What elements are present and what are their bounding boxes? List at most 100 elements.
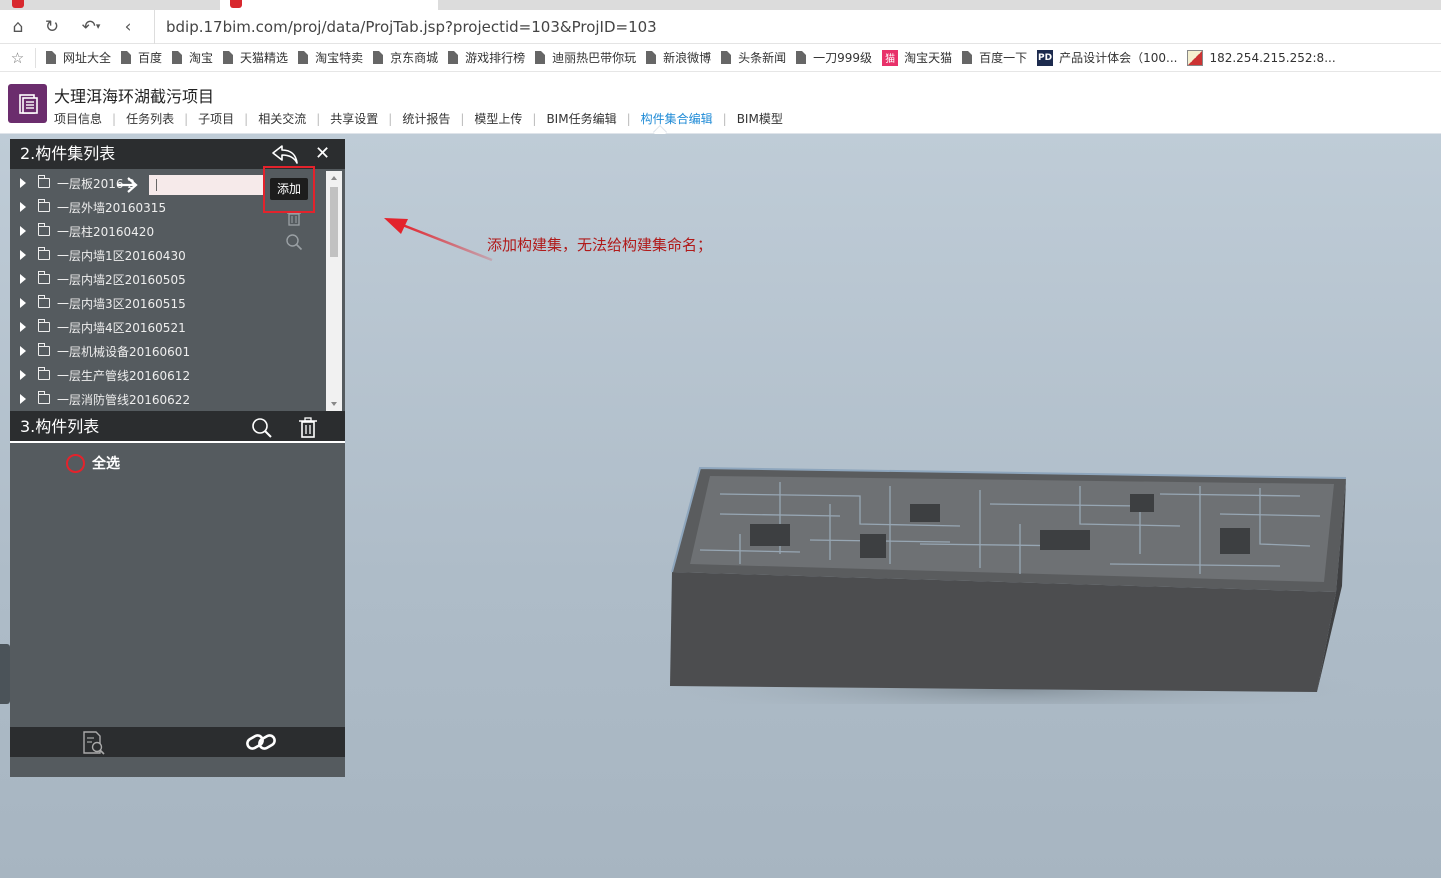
- bookmark-label: 百度一下: [979, 51, 1028, 65]
- reply-back-icon[interactable]: [268, 139, 302, 169]
- expand-triangle-icon[interactable]: [20, 298, 26, 308]
- set-label: 一层内墙4区20160521: [57, 320, 186, 335]
- doc-icon: [646, 51, 657, 64]
- components-panel-title: 3.构件列表: [20, 417, 100, 436]
- app-header: 大理洱海环湖截污项目 项目信息 | 任务列表 | 子项目 | 相关交流 | 共享设置 | 统计报告 |…: [0, 72, 1441, 140]
- set-label: 一层内墙2区20160505: [57, 272, 186, 287]
- doc-icon: [46, 51, 56, 64]
- highlight-box: [263, 166, 315, 213]
- expand-triangle-icon[interactable]: [20, 370, 26, 380]
- bookmark-item[interactable]: 京东商城: [373, 49, 438, 66]
- expand-triangle-icon[interactable]: [20, 226, 26, 236]
- sets-panel-title: 2.构件集列表: [20, 144, 116, 163]
- bookmark-label: 淘宝: [189, 51, 214, 65]
- back-icon[interactable]: ‹: [117, 16, 139, 38]
- doc-icon: [448, 51, 459, 64]
- link-icon[interactable]: [245, 731, 277, 756]
- arrow-right-icon[interactable]: [114, 175, 140, 195]
- annotation-text: 添加构建集，无法给构建集命名；: [487, 236, 713, 254]
- set-list-item[interactable]: 一层消防管线20160622: [10, 387, 330, 411]
- nav-tab[interactable]: 统计报告: [402, 110, 450, 127]
- expand-triangle-icon[interactable]: [20, 178, 26, 188]
- folder-icon: [38, 175, 50, 188]
- tmall-icon: 猫: [882, 49, 899, 66]
- bookmark-item[interactable]: 新浪微博: [646, 49, 711, 66]
- model-viewport[interactable]: 2.构件集列表 ✕ 一层消防管线20160622 一层生产管线20160612 一层…: [0, 134, 1441, 878]
- project-nav: 项目信息 | 任务列表 | 子项目 | 相关交流 | 共享设置 | 统计报告 | 模型上传 | BIM任务编…: [54, 110, 783, 127]
- select-all-radio[interactable]: [66, 453, 85, 473]
- bookmark-item[interactable]: 头条新闻: [721, 49, 786, 66]
- side-collapse-handle[interactable]: [0, 644, 10, 704]
- undo-icon[interactable]: ↶ ▾: [76, 16, 106, 38]
- bookmark-item[interactable]: 天猫精选: [223, 49, 288, 66]
- set-list-item[interactable]: 一层柱20160420: [10, 219, 330, 243]
- bookmark-item[interactable]: 百度一下: [962, 49, 1027, 66]
- close-icon[interactable]: ✕: [310, 139, 335, 169]
- tab-favicon-icon: [230, 0, 242, 8]
- set-label: 一层内墙3区20160515: [57, 296, 186, 311]
- select-all-option[interactable]: 全选: [66, 453, 120, 473]
- doc-icon: [962, 51, 973, 64]
- nav-tab[interactable]: 模型上传: [474, 110, 522, 127]
- doc-icon: [373, 51, 384, 64]
- expand-triangle-icon[interactable]: [20, 274, 26, 284]
- nav-separator: |: [532, 111, 537, 126]
- nav-tab[interactable]: 任务列表: [126, 110, 174, 127]
- set-list-item[interactable]: 一层生产管线20160612: [10, 363, 330, 387]
- doc-icon: [223, 51, 234, 64]
- bookmark-label: 淘宝天猫: [904, 51, 953, 65]
- new-set-name-input[interactable]: [149, 175, 264, 195]
- search-set-icon[interactable]: [285, 233, 303, 254]
- nav-separator: |: [244, 111, 249, 126]
- nav-tab[interactable]: 子项目: [198, 110, 234, 127]
- scroll-up-icon[interactable]: [331, 176, 337, 180]
- bookmark-item[interactable]: 淘宝特卖: [298, 49, 363, 66]
- expand-triangle-icon[interactable]: [20, 322, 26, 332]
- ip-icon: [1187, 49, 1204, 66]
- folder-icon: [38, 247, 50, 260]
- set-list-scrollbar[interactable]: [326, 171, 342, 411]
- nav-tab[interactable]: BIM模型: [737, 110, 783, 127]
- pd-icon: PD: [1037, 49, 1054, 66]
- set-list-item[interactable]: 一层内墙3区20160515: [10, 291, 330, 315]
- nav-separator: |: [460, 111, 465, 126]
- set-list-item[interactable]: 一层内墙4区20160521: [10, 315, 330, 339]
- scroll-thumb[interactable]: [330, 187, 338, 257]
- bookmark-label: 一刀999级: [813, 51, 873, 65]
- bookmark-item[interactable]: 淘宝: [172, 49, 213, 66]
- bookmark-item[interactable]: 百度: [121, 49, 162, 66]
- set-label: 一层外墙20160315: [57, 200, 167, 215]
- set-label: 一层机械设备20160601: [57, 344, 191, 359]
- expand-triangle-icon[interactable]: [20, 346, 26, 356]
- bookmark-item[interactable]: 猫淘宝天猫: [882, 49, 952, 66]
- reload-icon[interactable]: ↻: [41, 16, 63, 38]
- url-field[interactable]: bdip.17bim.com/proj/data/ProjTab.jsp?pro…: [154, 10, 657, 44]
- bookmark-item[interactable]: 游戏排行榜: [448, 49, 525, 66]
- bookmark-star-icon[interactable]: ☆: [0, 47, 36, 68]
- bookmark-item[interactable]: 一刀999级: [796, 49, 872, 66]
- bookmark-item[interactable]: 网址大全: [46, 49, 111, 66]
- building-model[interactable]: [660, 464, 1360, 704]
- bookmark-item[interactable]: 182.254.215.252:8...: [1187, 49, 1336, 66]
- set-list-item[interactable]: 一层内墙1区20160430: [10, 243, 330, 267]
- nav-tab[interactable]: 相关交流: [258, 110, 306, 127]
- annotation-arrow: [384, 218, 493, 262]
- component-set-panel: 2.构件集列表 ✕ 一层消防管线20160622 一层生产管线20160612 一层…: [10, 139, 345, 777]
- nav-tab[interactable]: 项目信息: [54, 110, 102, 127]
- expand-triangle-icon[interactable]: [20, 394, 26, 404]
- bookmark-item[interactable]: 迪丽热巴带你玩: [535, 49, 636, 66]
- set-list-item[interactable]: 一层机械设备20160601: [10, 339, 330, 363]
- nav-tab[interactable]: BIM任务编辑: [546, 110, 616, 127]
- active-tab[interactable]: [220, 0, 438, 10]
- nav-tab[interactable]: 共享设置: [330, 110, 378, 127]
- document-search-icon[interactable]: [80, 730, 106, 759]
- expand-triangle-icon[interactable]: [20, 250, 26, 260]
- scroll-down-icon[interactable]: [331, 402, 337, 406]
- set-list-item[interactable]: 一层内墙2区20160505: [10, 267, 330, 291]
- expand-triangle-icon[interactable]: [20, 202, 26, 212]
- home-icon[interactable]: ⌂: [7, 16, 29, 38]
- doc-icon: [121, 51, 132, 64]
- nav-tab[interactable]: 构件集合编辑: [641, 110, 713, 127]
- bookmark-item[interactable]: PD 产品设计体会（100...: [1037, 49, 1177, 66]
- component-set-list: 一层消防管线20160622 一层生产管线20160612 一层机械设备201606…: [10, 166, 345, 411]
